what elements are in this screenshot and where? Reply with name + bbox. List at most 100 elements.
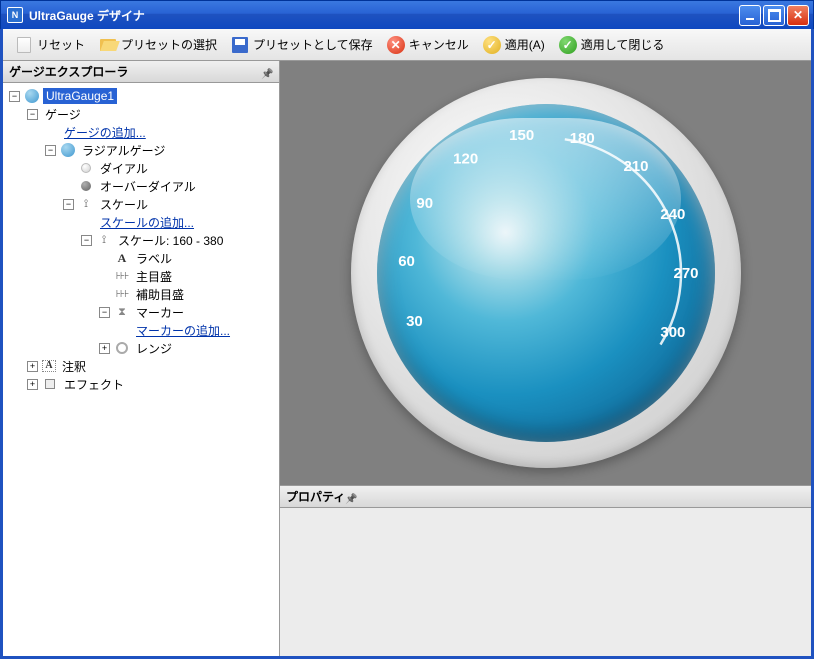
radial-label[interactable]: ラジアルゲージ: [79, 141, 168, 160]
gauge-tick-label: 120: [453, 150, 478, 167]
gauge-tick-label: 30: [406, 313, 423, 330]
scale-icon: ⟟: [96, 232, 112, 248]
add-marker-link[interactable]: マーカーの追加...: [133, 321, 233, 340]
major-label[interactable]: 主目盛: [133, 267, 175, 286]
effect-icon: [42, 376, 58, 392]
gauge-tick-label: 60: [398, 253, 415, 270]
add-gauge-link[interactable]: ゲージの追加...: [61, 123, 149, 142]
explorer-header: ゲージエクスプローラ: [3, 61, 279, 83]
tree-minor[interactable]: ⊦⊦⊦ 補助目盛: [5, 285, 277, 303]
right-panel: 306090120150180210240270300 プロパティ: [280, 61, 811, 656]
gauge-svg: 306090120150180210240270300: [377, 104, 715, 442]
expander-icon[interactable]: +: [27, 379, 38, 390]
tree-scale[interactable]: − ⟟ スケール: [5, 195, 277, 213]
globe-icon: [60, 142, 76, 158]
gauge: 306090120150180210240270300: [351, 78, 741, 468]
window-buttons: [739, 5, 809, 26]
tree-add-scale[interactable]: スケールの追加...: [5, 213, 277, 231]
expander-icon[interactable]: −: [27, 109, 38, 120]
properties-title: プロパティ: [286, 488, 345, 505]
toolbar: リセット プリセットの選択 プリセットとして保存 ✕ キャンセル ✓ 適用(A)…: [3, 29, 811, 61]
marker-label[interactable]: マーカー: [133, 303, 187, 322]
cancel-icon: ✕: [387, 36, 405, 54]
dot-dark-icon: [78, 178, 94, 194]
preset-select-button[interactable]: プリセットの選択: [93, 33, 223, 57]
dial-label[interactable]: ダイアル: [97, 159, 151, 178]
tree-scale-range[interactable]: − ⟟ スケール: 160 - 380: [5, 231, 277, 249]
properties-header: プロパティ: [280, 486, 811, 508]
minor-label[interactable]: 補助目盛: [133, 285, 187, 304]
preset-save-button[interactable]: プリセットとして保存: [225, 33, 379, 57]
explorer-tree[interactable]: − UltraGauge1 − ゲージ ゲージの追加... −: [3, 83, 279, 656]
gauge-tick-label: 270: [673, 265, 698, 282]
tree-add-marker[interactable]: マーカーの追加...: [5, 321, 277, 339]
gauge-label[interactable]: ゲージ: [42, 105, 84, 124]
tree-radial[interactable]: − ラジアルゲージ: [5, 141, 277, 159]
pin-icon[interactable]: [261, 66, 273, 78]
properties-body[interactable]: [280, 508, 811, 656]
gauge-preview: 306090120150180210240270300: [280, 61, 811, 486]
annotation-label[interactable]: 注釈: [59, 357, 89, 376]
pin-icon[interactable]: [345, 491, 357, 503]
app-icon: N: [7, 7, 23, 23]
range-icon: [114, 340, 130, 356]
expander-icon[interactable]: +: [99, 343, 110, 354]
cancel-button[interactable]: ✕ キャンセル: [381, 33, 475, 57]
tree-label[interactable]: A ラベル: [5, 249, 277, 267]
tree-annotation[interactable]: + A 注釈: [5, 357, 277, 375]
window-title: UltraGauge デザイナ: [29, 7, 145, 24]
expander-icon[interactable]: −: [63, 199, 74, 210]
tree-major[interactable]: ⊦⊦⊦ 主目盛: [5, 267, 277, 285]
new-icon: [15, 36, 33, 54]
expander-icon[interactable]: +: [27, 361, 38, 372]
tree-gauge[interactable]: − ゲージ: [5, 105, 277, 123]
explorer-panel: ゲージエクスプローラ − UltraGauge1 − ゲージ: [3, 61, 280, 656]
cancel-label: キャンセル: [409, 36, 469, 53]
ticks-icon: ⊦⊦⊦: [114, 286, 130, 302]
tree-overdial[interactable]: オーバーダイアル: [5, 177, 277, 195]
effect-label[interactable]: エフェクト: [61, 375, 127, 394]
scale-icon: ⟟: [78, 196, 94, 212]
expander-icon[interactable]: −: [9, 91, 20, 102]
gauge-tick-label: 180: [569, 130, 594, 147]
tree-marker[interactable]: − ⧗ マーカー: [5, 303, 277, 321]
minimize-button[interactable]: [739, 5, 761, 26]
tree-add-gauge[interactable]: ゲージの追加...: [5, 123, 277, 141]
dot-light-icon: [78, 160, 94, 176]
letter-a-icon: A: [114, 250, 130, 266]
expander-icon[interactable]: −: [81, 235, 92, 246]
apply-close-button[interactable]: ✓ 適用して閉じる: [553, 33, 671, 57]
close-button[interactable]: [787, 5, 809, 26]
reset-button[interactable]: リセット: [9, 33, 91, 57]
add-scale-link[interactable]: スケールの追加...: [97, 213, 197, 232]
tree-root[interactable]: − UltraGauge1: [5, 87, 277, 105]
tree-effect[interactable]: + エフェクト: [5, 375, 277, 393]
apply-button[interactable]: ✓ 適用(A): [477, 33, 551, 57]
ticks-icon: ⊦⊦⊦: [114, 268, 130, 284]
gauge-tick-label: 90: [416, 195, 433, 212]
scale-label[interactable]: スケール: [97, 195, 151, 214]
explorer-title: ゲージエクスプローラ: [9, 63, 128, 80]
save-icon: [231, 36, 249, 54]
titlebar: N UltraGauge デザイナ: [0, 0, 814, 29]
label-label[interactable]: ラベル: [133, 249, 175, 268]
marker-icon: ⧗: [114, 304, 130, 320]
preset-select-label: プリセットの選択: [121, 36, 217, 53]
tree-dial[interactable]: ダイアル: [5, 159, 277, 177]
apply-close-label: 適用して閉じる: [581, 36, 665, 53]
expander-icon[interactable]: −: [99, 307, 110, 318]
globe-icon: [24, 88, 40, 104]
maximize-button[interactable]: [763, 5, 785, 26]
preset-save-label: プリセットとして保存: [253, 36, 373, 53]
reset-label: リセット: [37, 36, 85, 53]
expander-icon[interactable]: −: [45, 145, 56, 156]
apply-label: 適用(A): [505, 36, 545, 53]
scale-range-label[interactable]: スケール: 160 - 380: [115, 231, 226, 250]
root-label[interactable]: UltraGauge1: [43, 88, 117, 104]
tree-range[interactable]: + レンジ: [5, 339, 277, 357]
folder-open-icon: [99, 36, 117, 54]
overdial-label[interactable]: オーバーダイアル: [97, 177, 199, 196]
range-label[interactable]: レンジ: [133, 339, 175, 358]
ok-icon: ✓: [559, 36, 577, 54]
apply-icon: ✓: [483, 36, 501, 54]
